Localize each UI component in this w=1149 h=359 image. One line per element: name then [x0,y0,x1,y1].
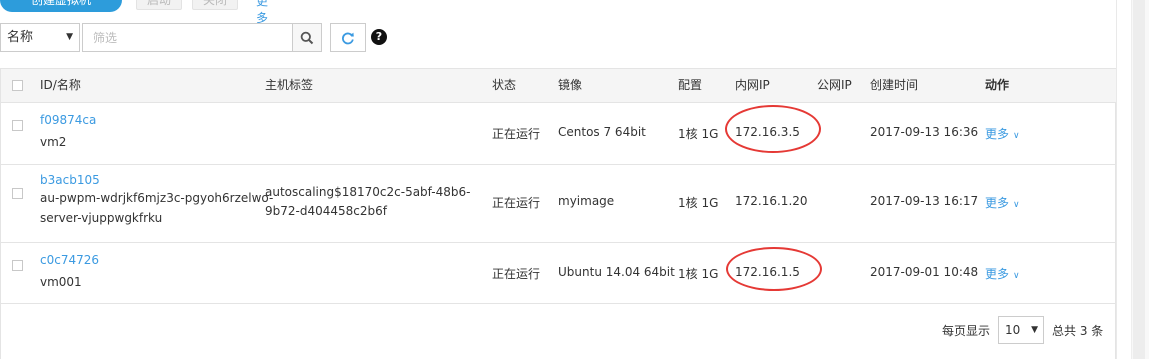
vm-name-continued: server-vjuppwgkfrku [40,211,163,225]
table-row[interactable]: c0c74726 vm001 正在运行 Ubuntu 14.04 64bit 1… [1,243,1117,304]
header-host-tag: 主机标签 [265,78,314,92]
vm-host-tag: autoscaling$18170c2c-5abf-48b6- [265,185,471,199]
vm-image: myimage [558,194,615,208]
table-row[interactable]: b3acb105 au-pwpm-wdrjkf6mjz3c-pgyoh6rzel… [1,165,1117,243]
caret-down-icon: ▼ [1031,325,1038,335]
content-frame-border [1116,0,1117,359]
header-created: 创建时间 [870,78,919,92]
chevron-down-icon: ∨ [1013,271,1020,281]
vm-status: 正在运行 [492,267,541,281]
vm-config: 1核 1G [678,196,719,210]
start-button[interactable]: 启动 [136,0,182,10]
filter-field-select[interactable]: 名称 ▼ [0,23,80,52]
row-checkbox[interactable] [12,260,23,271]
vm-config: 1核 1G [678,127,719,141]
row-more-menu[interactable]: 更多 ∨ [985,125,1020,142]
vm-created: 2017-09-13 16:17 [870,194,979,208]
vm-image: Centos 7 64bit [558,125,646,139]
search-button[interactable] [292,23,322,52]
header-private-ip: 内网IP [735,78,770,92]
vm-created: 2017-09-13 16:36 [870,125,979,139]
refresh-icon [342,32,354,44]
highlight-annotation [726,247,822,291]
per-page-select[interactable]: 10 ▼ [998,316,1044,344]
vm-status: 正在运行 [492,196,541,210]
header-status: 状态 [492,78,517,92]
scrollbar-thumb[interactable] [1133,0,1145,359]
filter-input[interactable] [82,23,292,52]
row-more-label: 更多 [985,267,1010,281]
row-more-label: 更多 [985,127,1010,141]
vm-created: 2017-09-01 10:48 [870,265,979,279]
vm-id-link[interactable]: b3acb105 [40,173,100,187]
per-page-label: 每页显示 [942,324,991,338]
row-more-menu[interactable]: 更多 ∨ [985,194,1020,211]
per-page-value: 10 [1005,323,1021,337]
header-config: 配置 [678,78,703,92]
stop-button[interactable]: 关闭 [192,0,238,10]
vm-name: vm2 [40,135,67,149]
row-more-menu[interactable]: 更多 ∨ [985,265,1020,282]
header-public-ip: 公网IP [817,78,852,92]
header-image: 镜像 [558,78,583,92]
select-all-checkbox[interactable] [12,80,23,91]
row-more-label: 更多 [985,196,1010,210]
chevron-down-icon: ∨ [1013,200,1020,210]
refresh-button[interactable] [330,23,366,52]
total-count: 总共 3 条 [1052,324,1104,338]
row-checkbox[interactable] [12,120,23,131]
header-actions: 动作 [985,78,1010,92]
help-icon[interactable]: ? [371,29,387,45]
caret-down-icon: ▼ [66,32,73,42]
filter-field-value: 名称 [7,30,34,45]
highlight-annotation [725,105,821,153]
create-vm-button[interactable]: 创建虚拟机 [0,0,122,12]
vm-name: vm001 [40,275,82,289]
vm-name: au-pwpm-wdrjkf6mjz3c-pgyoh6rzelwo- [40,191,274,205]
vm-host-tag-continued: 9b72-d404458c2b6f [265,204,387,218]
table-row[interactable]: f09874ca vm2 正在运行 Centos 7 64bit 1核 1G 1… [1,103,1117,165]
vm-private-ip: 172.16.1.20 [735,194,808,208]
vm-id-link[interactable]: c0c74726 [40,253,99,267]
vm-image: Ubuntu 14.04 64bit [558,265,675,279]
vm-config: 1核 1G [678,267,719,281]
search-icon [300,31,314,44]
row-checkbox[interactable] [12,188,23,199]
vm-status: 正在运行 [492,127,541,141]
vm-id-link[interactable]: f09874ca [40,113,96,127]
table-header: ID/名称 主机标签 状态 镜像 配置 内网IP 公网IP 创建时间 动作 [1,69,1117,103]
vm-table: ID/名称 主机标签 状态 镜像 配置 内网IP 公网IP 创建时间 动作 f0… [0,68,1117,359]
chevron-down-icon: ∨ [1013,131,1020,141]
header-id-name: ID/名称 [40,78,81,92]
